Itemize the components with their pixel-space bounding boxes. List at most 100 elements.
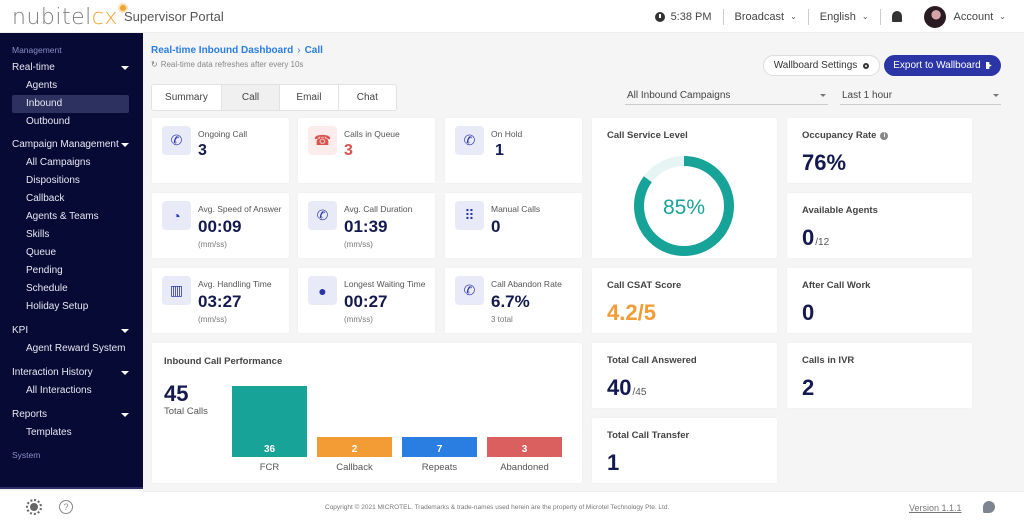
sidebar-group-realtime[interactable]: Real-time [0,59,143,77]
footer: Copyright © 2021 MICROTEL. Trademarks & … [143,491,1024,522]
sidebar-item-all-campaigns[interactable]: All Campaigns [0,154,129,172]
card-value: 1 [495,142,504,159]
card-label: Avg. Call Duration [344,204,413,214]
language-label: English [819,10,856,23]
avatar [923,5,946,28]
caret-down-icon [820,94,826,97]
export-icon [985,62,992,69]
sidebar-item-agents[interactable]: Agents [0,77,129,95]
sidebar-group-campaign-management[interactable]: Campaign Management [0,136,143,154]
phone-ringing-icon: ✆ [455,126,484,155]
card-value: 0 [491,217,501,236]
broadcast-label: Broadcast [734,10,785,23]
card-value: 76% [802,150,847,175]
top-bar: nubitelcx Supervisor Portal 5:38 PM Broa… [0,0,1024,33]
sidebar-item-skills[interactable]: Skills [0,226,129,244]
sidebar-item-inbound[interactable]: Inbound [12,95,129,113]
card-label: Avg. Handling Time [198,279,272,289]
card-label: On Hold [491,129,523,139]
value-number: 0 [802,225,815,250]
sidebar-item-pending[interactable]: Pending [0,262,129,280]
sidebar-item-schedule[interactable]: Schedule [0,280,129,298]
sidebar-item-callback[interactable]: Callback [0,190,129,208]
chevron-down-icon: ⌄ [999,12,1006,21]
call-service-level-card: Call Service Level 85% [592,118,777,258]
gear-icon[interactable] [26,499,42,515]
sidebar-group-reports[interactable]: Reports [0,406,143,424]
card-value: 00:09 [198,217,242,236]
bar-category-label: Repeats [421,462,458,473]
broadcast-dropdown[interactable]: Broadcast ⌄ [722,8,808,25]
sidebar-group-kpi[interactable]: KPI [0,322,143,340]
language-dropdown[interactable]: English ⌄ [807,8,880,25]
calls-in-ivr-card: Calls in IVR 2 [787,343,972,408]
help-icon[interactable]: ? [59,500,73,514]
phone-ringing-icon: ✆ [162,126,191,155]
sidebar-item-outbound[interactable]: Outbound [0,113,129,131]
card-label: Calls in Queue [344,129,400,139]
card-label: Avg. Speed of Answer [198,204,282,214]
bar-callback: 2 [317,437,392,457]
sidebar-item-holiday-setup[interactable]: Holiday Setup [0,298,129,316]
nubitelcx-logo[interactable]: nubitelcx [12,5,126,30]
card-unit: (mm/ss) [344,315,373,324]
export-label: Export to Wallboard [893,60,981,71]
clock: 5:38 PM [644,9,723,25]
version-link[interactable]: Version 1.1.1 [909,503,962,513]
tab-chat[interactable]: Chat [337,85,396,110]
on-hold-card: ✆ On Hold 1 [445,118,582,183]
copyright-text: Copyright © 2021 MICROTEL. Trademarks & … [325,504,670,511]
top-right-controls: 5:38 PM Broadcast ⌄ English ⌄ Account ⌄ [644,0,1024,33]
card-label: Call Abandon Rate [491,279,562,289]
user-clock-icon: ● [308,276,337,305]
campaign-select-value: All Inbound Campaigns [627,90,731,101]
card-value: 2 [802,375,815,400]
sidebar-item-agents-teams[interactable]: Agents & Teams [0,208,129,226]
card-value: 03:27 [198,292,242,311]
inbound-call-performance-card: Inbound Call Performance 45 Total Calls … [152,343,582,483]
card-value: 4.2/5 [607,300,656,325]
account-dropdown[interactable]: Account ⌄ [913,5,1024,28]
time-period-select[interactable]: Last 1 hour [840,87,1001,105]
value-denominator: /12 [815,237,830,248]
card-value: 6.7% [491,292,530,311]
bar-category-label: Callback [336,462,373,473]
phone-hangup-alert-icon: ☎ [308,126,337,155]
group-label: Reports [12,409,48,420]
group-label: Interaction History [12,367,93,378]
call-csat-score-card: Call CSAT Score 4.2/5 [592,268,777,333]
breadcrumb-root-link[interactable]: Real-time Inbound Dashboard [151,45,293,56]
tab-call[interactable]: Call [220,85,280,110]
card-label: Available Agents [802,205,878,216]
tab-summary[interactable]: Summary [152,85,221,110]
sidebar-item-agent-reward-system[interactable]: Agent Reward System [0,340,129,358]
gear-icon [863,62,870,69]
card-label: Call CSAT Score [607,280,682,291]
campaign-select[interactable]: All Inbound Campaigns [625,87,828,105]
chat-support-icon[interactable] [983,501,995,513]
group-label: Campaign Management [12,139,119,150]
caret-down-icon [121,329,129,333]
export-to-wallboard-button[interactable]: Export to Wallboard [884,55,1001,76]
channel-tabs: Summary Call Email Chat [151,84,397,111]
sidebar-item-all-interactions[interactable]: All Interactions [0,382,129,400]
info-icon[interactable]: i [880,132,889,140]
sidebar-item-templates[interactable]: Templates [0,424,129,442]
wallboard-settings-button[interactable]: Wallboard Settings [763,55,880,76]
bar-category-label: Abandoned [500,462,549,473]
caret-down-icon [993,94,999,97]
sidebar-item-dispositions[interactable]: Dispositions [0,172,129,190]
card-value: 3 [198,142,207,159]
sidebar-group-interaction-history[interactable]: Interaction History [0,364,143,382]
value-denominator: /45 [632,387,647,398]
chart-title: Inbound Call Performance [164,356,283,367]
bar-category-label: FCR [259,462,280,473]
calls-in-queue-card: ☎ Calls in Queue 3 [298,118,435,183]
bar-repeats: 7 [402,437,477,457]
sidebar-item-queue[interactable]: Queue [0,244,129,262]
tab-email[interactable]: Email [279,85,337,110]
bar-value-label: 36 [263,444,276,455]
group-label: Real-time [12,62,55,73]
notifications-button[interactable] [879,8,913,25]
card-value: 40/45 [607,375,646,401]
